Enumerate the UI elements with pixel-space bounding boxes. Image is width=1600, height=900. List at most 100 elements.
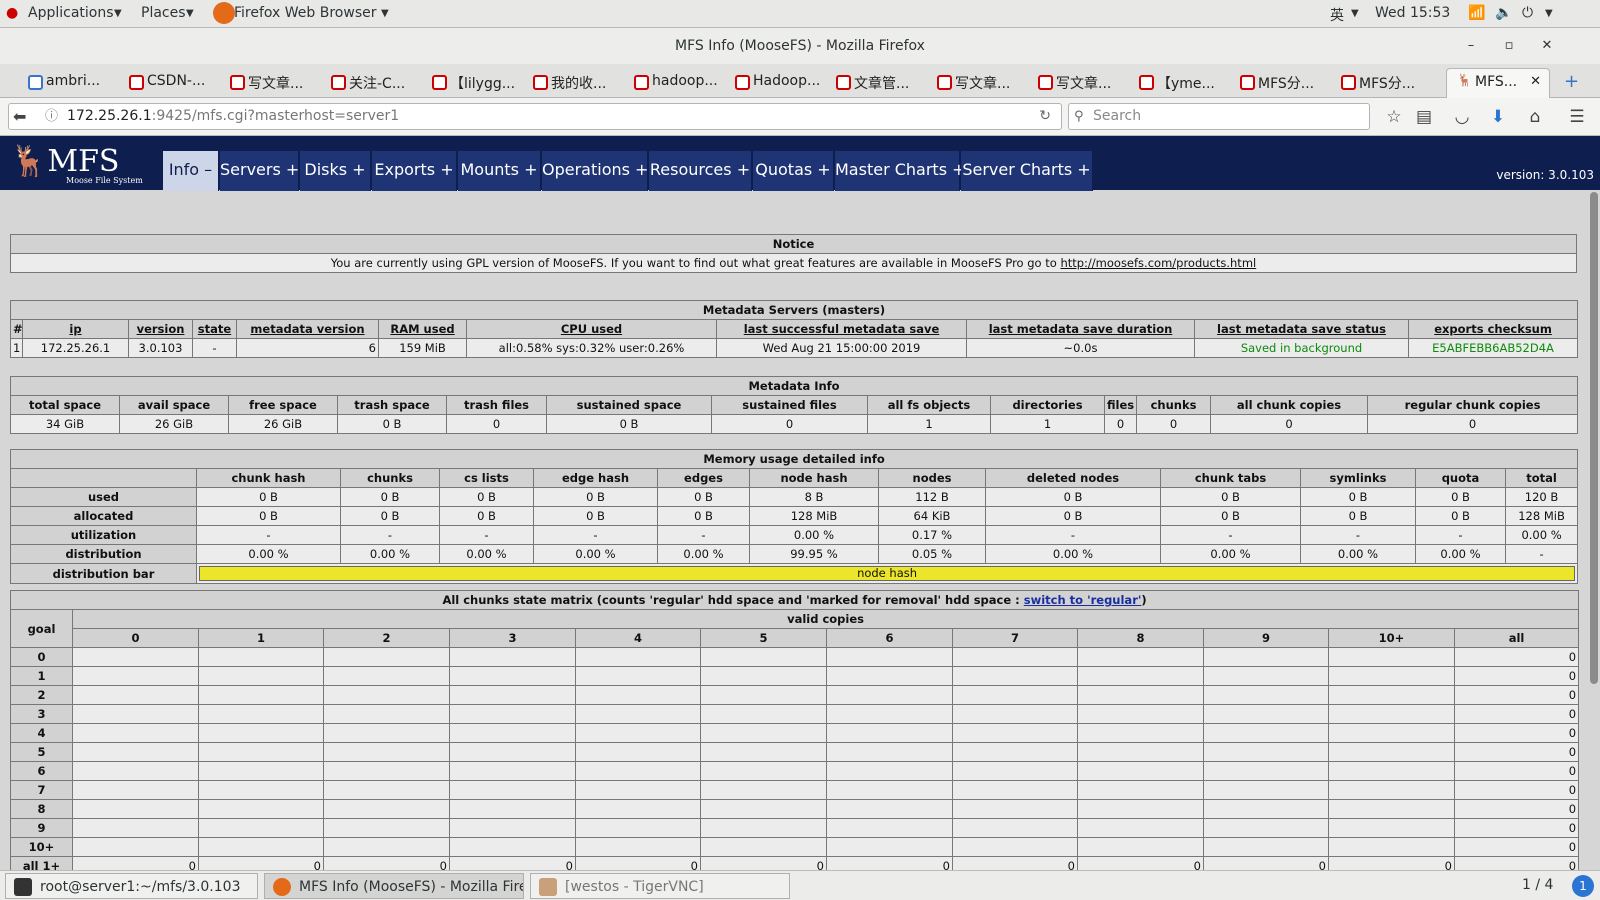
wifi-icon[interactable]: 📶: [1468, 5, 1485, 21]
bookmark-star-icon[interactable]: ☆: [1382, 105, 1406, 129]
menu-resources[interactable]: Resources +: [649, 151, 752, 191]
products-link[interactable]: http://moosefs.com/products.html: [1060, 256, 1256, 270]
browser-tab[interactable]: 关注-C...: [321, 68, 422, 98]
table-cell: 0: [1104, 414, 1137, 434]
browser-tab[interactable]: Hadoop...: [725, 68, 826, 98]
sortable-header[interactable]: RAM used: [378, 319, 467, 339]
workspace-pager[interactable]: 1 / 4: [1522, 877, 1553, 893]
task-tigervnc[interactable]: [westos - TigerVNC]: [530, 873, 790, 899]
table-cell: 0 B: [337, 414, 447, 434]
task-terminal[interactable]: root@server1:~/mfs/3.0.103: [5, 873, 258, 899]
scrollbar-thumb[interactable]: [1590, 192, 1598, 684]
matrix-cell: [72, 685, 199, 705]
browser-tab[interactable]: 【yme...: [1129, 68, 1230, 98]
matrix-cell: [1328, 647, 1455, 667]
browser-tab[interactable]: MFS分...: [1230, 68, 1331, 98]
browser-tab[interactable]: hadoop...: [624, 68, 725, 98]
chevron-down-icon: ▼: [114, 8, 122, 19]
browser-tab[interactable]: ambri...: [18, 68, 119, 98]
sortable-header[interactable]: metadata version: [236, 319, 379, 339]
browser-tab[interactable]: 文章管...: [826, 68, 927, 98]
input-method-indicator[interactable]: 英: [1330, 5, 1344, 25]
matrix-total-cell: 0: [449, 856, 576, 870]
sortable-header[interactable]: version: [128, 319, 193, 339]
menu-operations[interactable]: Operations +: [542, 151, 648, 191]
sortable-header[interactable]: state: [192, 319, 237, 339]
menu-info[interactable]: Info –: [163, 151, 219, 191]
pocket-icon[interactable]: ◡: [1450, 105, 1474, 129]
reload-icon[interactable]: ↻: [1039, 104, 1051, 129]
sortable-header[interactable]: last metadata save duration: [966, 319, 1195, 339]
task-firefox[interactable]: MFS Info (MooseFS) - Mozilla Fire...: [264, 873, 524, 899]
new-tab-button[interactable]: +: [1556, 66, 1586, 96]
applications-menu[interactable]: Applications: [28, 5, 114, 21]
matrix-cell-all: 0: [1453, 780, 1580, 800]
section-title: Metadata Servers (masters): [9, 300, 1579, 320]
browser-tab[interactable]: 【lilygg...: [422, 68, 523, 98]
menu-servers[interactable]: Servers +: [220, 151, 299, 191]
home-icon[interactable]: ⌂: [1523, 105, 1547, 129]
col-header: chunk hash: [196, 468, 341, 488]
search-input[interactable]: ⚲ Search: [1068, 103, 1370, 130]
sortable-header[interactable]: last metadata save status: [1194, 319, 1409, 339]
matrix-cell: [1203, 761, 1329, 781]
download-icon[interactable]: ⬇: [1486, 105, 1510, 129]
matrix-cell: [1077, 837, 1204, 857]
notification-icon[interactable]: 1: [1572, 875, 1594, 897]
menu-server-charts[interactable]: Server Charts +: [961, 151, 1093, 191]
maximize-button[interactable]: ▫: [1494, 28, 1524, 64]
matrix-cell: [1328, 799, 1455, 819]
power-icon[interactable]: ⏻: [1522, 5, 1533, 21]
browser-tab[interactable]: 我的收...: [523, 68, 624, 98]
exports-checksum: E5ABFEBB6AB52D4A: [1407, 338, 1579, 358]
menu-master-charts[interactable]: Master Charts +: [835, 151, 966, 191]
matrix-cell: [1077, 685, 1204, 705]
table-cell: 0 B: [657, 506, 750, 526]
matrix-cell: [826, 704, 953, 724]
sortable-header[interactable]: CPU used: [466, 319, 717, 339]
browser-tab[interactable]: 写文章...: [927, 68, 1028, 98]
menu-mounts[interactable]: Mounts +: [458, 151, 541, 191]
volume-icon[interactable]: 🔈: [1495, 5, 1512, 21]
tab-label: MFS分...: [1258, 76, 1315, 92]
matrix-cell: [323, 742, 450, 762]
matrix-total-cell: 0: [1453, 856, 1580, 870]
hamburger-menu-icon[interactable]: ☰: [1565, 105, 1589, 129]
bookmarks-list-icon[interactable]: ▤: [1412, 105, 1436, 129]
clock[interactable]: Wed 15:53: [1375, 5, 1450, 21]
matrix-col-header: 1: [198, 628, 324, 648]
browser-tab[interactable]: CSDN-...: [119, 68, 220, 98]
matrix-cell: [1328, 704, 1455, 724]
col-header: node hash: [749, 468, 879, 488]
menu-quotas[interactable]: Quotas +: [753, 151, 834, 191]
matrix-cell: [72, 666, 199, 686]
sortable-header[interactable]: ip: [22, 319, 129, 339]
table-cell: -: [196, 525, 341, 545]
info-icon[interactable]: ⓘ: [45, 104, 58, 129]
table-cell: 0 B: [533, 487, 658, 507]
col-header: avail space: [119, 395, 229, 415]
matrix-col-header: 9: [1203, 628, 1329, 648]
menu-disks[interactable]: Disks +: [300, 151, 371, 191]
sortable-header[interactable]: last successful metadata save: [716, 319, 967, 339]
switch-regular-link[interactable]: switch to 'regular': [1024, 593, 1142, 607]
active-app-menu[interactable]: Firefox Web Browser: [234, 5, 377, 21]
menu-exports[interactable]: Exports +: [372, 151, 457, 191]
browser-tab[interactable]: MFS分...: [1331, 68, 1432, 98]
page-scrollbar[interactable]: [1588, 190, 1600, 870]
table-cell: 128 MiB: [1504, 506, 1579, 526]
back-icon[interactable]: ⬅: [13, 104, 26, 129]
browser-tab[interactable]: 写文章...: [1028, 68, 1129, 98]
matrix-col-header: 5: [700, 628, 827, 648]
url-bar[interactable]: ⬅ ⓘ 172.25.26.1:9425/mfs.cgi?masterhost=…: [8, 103, 1062, 130]
places-menu[interactable]: Places: [141, 5, 186, 21]
minimize-button[interactable]: –: [1456, 28, 1486, 64]
firefox-window: MFS Info (MooseFS) - Mozilla Firefox – ▫…: [0, 28, 1600, 870]
matrix-cell: [1203, 723, 1329, 743]
sortable-header[interactable]: exports checksum: [1407, 319, 1579, 339]
table-cell: 0 B: [1415, 506, 1506, 526]
close-window-button[interactable]: ✕: [1532, 28, 1562, 64]
browser-tab[interactable]: 写文章...: [220, 68, 321, 98]
close-tab-icon[interactable]: ✕: [1530, 74, 1541, 89]
browser-tab-active[interactable]: 🦌 MFS... ✕: [1446, 68, 1550, 98]
